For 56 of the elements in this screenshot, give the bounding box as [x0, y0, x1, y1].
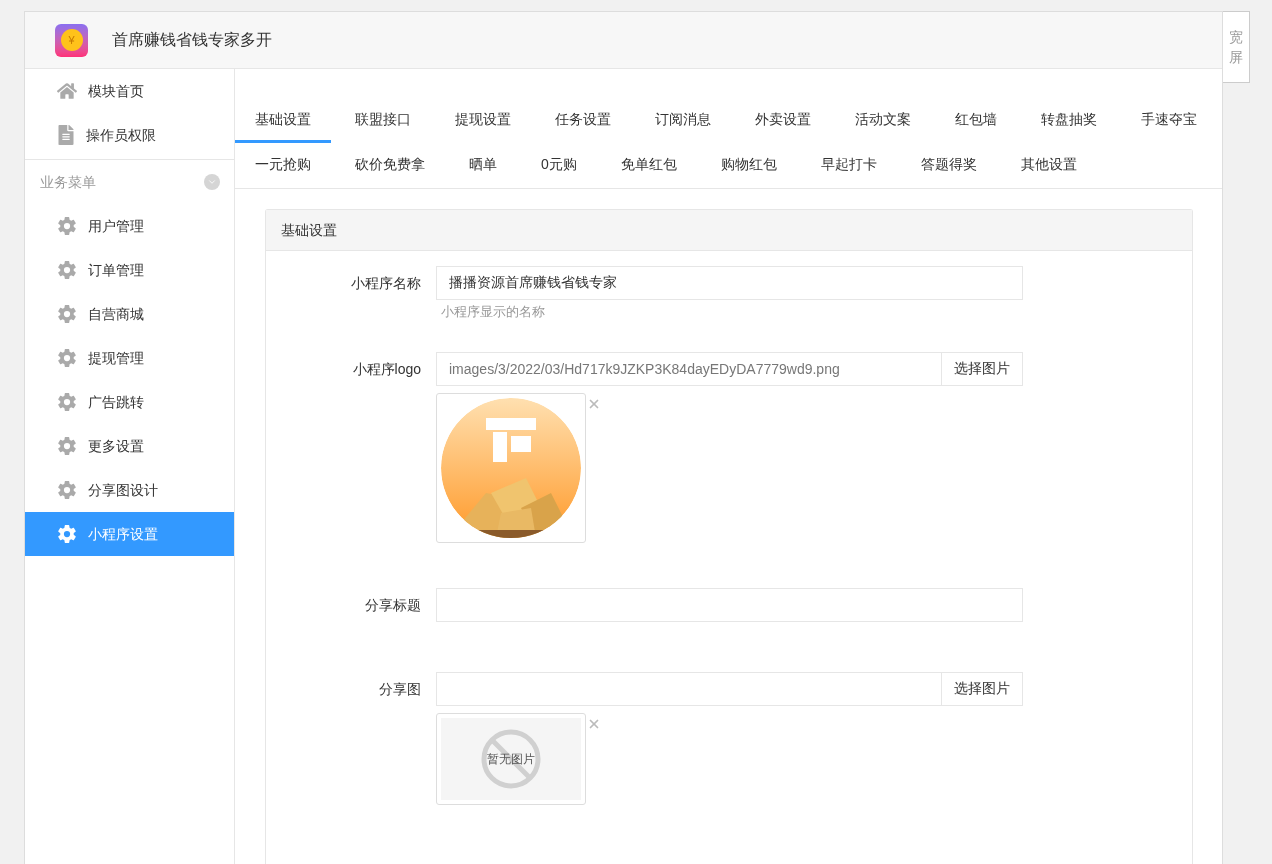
- tab[interactable]: 红包墙: [935, 98, 1017, 143]
- field-label: 分享图: [378, 679, 422, 699]
- panel-title: 基础设置: [281, 220, 337, 240]
- tab[interactable]: 任务设置: [535, 98, 631, 143]
- sidebar-item[interactable]: 自营商城: [25, 292, 234, 336]
- text-field[interactable]: [436, 671, 942, 706]
- tab[interactable]: 晒单: [449, 143, 517, 188]
- sidebar-item[interactable]: 用户管理: [25, 204, 234, 248]
- home-icon: [57, 81, 77, 101]
- gear-icon: [57, 436, 77, 456]
- tab[interactable]: 其他设置: [1000, 143, 1097, 188]
- tab[interactable]: 答题得奖: [900, 143, 997, 188]
- gear-icon: [57, 216, 77, 236]
- text-field[interactable]: [436, 587, 1023, 622]
- tab[interactable]: 免单红包: [600, 143, 697, 188]
- field-label: 小程序logo: [351, 359, 422, 379]
- sidebar-item[interactable]: 订单管理: [25, 248, 234, 292]
- sidebar-item[interactable]: 提现管理: [25, 336, 234, 380]
- sidebar-item[interactable]: 模块首页: [25, 69, 234, 113]
- gear-icon: [57, 304, 77, 324]
- tab[interactable]: 购物红包: [700, 143, 797, 188]
- text-field[interactable]: images/3/2022/03/Hd717k9JZKP3K84dayEDyDA7779wd9.png: [436, 351, 942, 386]
- app-title: 首席赚钱省钱专家多开: [112, 30, 272, 50]
- tab[interactable]: 基础设置: [235, 98, 331, 143]
- choose-image-button[interactable]: 选择图片: [942, 351, 1023, 386]
- tab[interactable]: 提现设置: [435, 98, 531, 143]
- choose-image-button[interactable]: 选择图片: [942, 671, 1023, 706]
- gear-icon: [57, 524, 77, 544]
- gear-icon: [57, 348, 77, 368]
- tab[interactable]: 一元抢购: [235, 143, 331, 188]
- document-icon: [57, 125, 75, 145]
- tab[interactable]: 活动文案: [835, 98, 931, 143]
- sidebar-item[interactable]: 分享图设计: [25, 468, 234, 512]
- gear-icon: [57, 392, 77, 412]
- tab[interactable]: 订阅消息: [635, 98, 731, 143]
- text-field[interactable]: 播播资源首席赚钱省钱专家: [436, 266, 1023, 300]
- gear-icon: [57, 480, 77, 500]
- sidebar-item[interactable]: 更多设置: [25, 424, 234, 468]
- tab[interactable]: 外卖设置: [735, 98, 831, 143]
- field-label: 小程序名称: [350, 274, 422, 293]
- coin-icon: ¥: [60, 29, 83, 51]
- sidebar-item[interactable]: 操作员权限: [25, 113, 234, 157]
- gear-icon: [57, 260, 77, 280]
- tab[interactable]: 联盟接口: [335, 98, 431, 143]
- collapse-icon[interactable]: [204, 174, 220, 190]
- prohibited-icon: [481, 728, 541, 789]
- tab[interactable]: 0元购: [521, 143, 597, 188]
- help-text: 小程序显示的名称: [440, 303, 546, 321]
- tab[interactable]: 手速夺宝: [1121, 98, 1217, 143]
- tab[interactable]: 早起打卡: [800, 143, 897, 188]
- tab[interactable]: 转盘抽奖: [1021, 98, 1117, 143]
- no-image-text: 暂无图片: [487, 750, 535, 768]
- tab[interactable]: 砍价免费拿: [335, 143, 445, 188]
- section-title: 业务菜单: [40, 172, 96, 192]
- sidebar-item[interactable]: 广告跳转: [25, 380, 234, 424]
- field-label: 分享标题: [364, 595, 422, 615]
